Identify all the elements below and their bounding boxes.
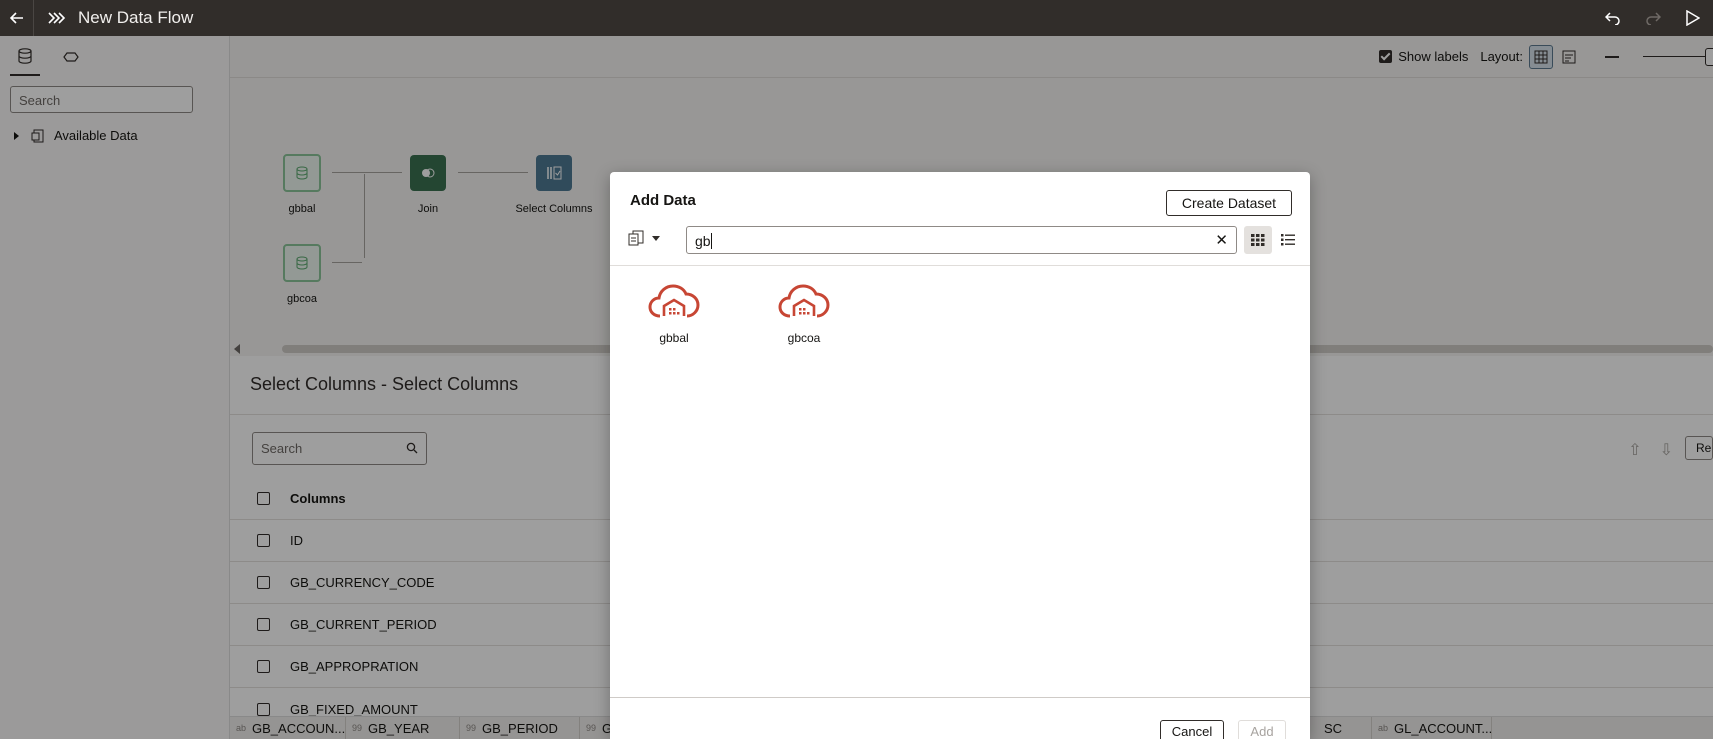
dataset-search-input[interactable]: gb ✕ [686, 226, 1237, 254]
dataset-name: gbbal [659, 331, 689, 345]
list-view-button[interactable] [1274, 226, 1302, 254]
list-view-icon [1281, 234, 1295, 246]
run-button[interactable] [1673, 0, 1713, 36]
run-icon [1686, 10, 1700, 26]
cloud-database-icon [778, 284, 830, 318]
dataset-name: gbcoa [787, 331, 821, 345]
grid-view-icon [1251, 234, 1265, 246]
back-arrow-icon [9, 12, 23, 24]
cancel-button[interactable]: Cancel [1160, 720, 1224, 739]
redo-button[interactable] [1633, 0, 1673, 36]
create-dataset-button[interactable]: Create Dataset [1166, 190, 1292, 216]
dataset-tile-gbcoa[interactable]: gbcoa [754, 282, 854, 345]
chevron-down-icon [652, 235, 660, 241]
datasets-icon [628, 230, 644, 246]
dialog-title: Add Data [630, 192, 696, 209]
top-bar: New Data Flow [0, 0, 1713, 36]
undo-button[interactable] [1593, 0, 1633, 36]
source-type-dropdown[interactable] [628, 230, 660, 246]
search-value: gb [695, 233, 711, 249]
data-flow-icon [48, 12, 68, 24]
redo-icon [1646, 12, 1661, 25]
undo-icon [1605, 12, 1620, 25]
add-button[interactable]: Add [1238, 720, 1286, 739]
add-data-dialog: Add Data Create Dataset gb ✕ gbbal gbcoa… [610, 172, 1310, 739]
cloud-database-icon [648, 284, 700, 318]
dataset-tile-gbbal[interactable]: gbbal [624, 282, 724, 345]
back-button[interactable] [0, 0, 34, 36]
clear-search-icon[interactable]: ✕ [1215, 231, 1228, 249]
grid-view-button[interactable] [1244, 226, 1272, 254]
page-title: New Data Flow [78, 8, 194, 27]
